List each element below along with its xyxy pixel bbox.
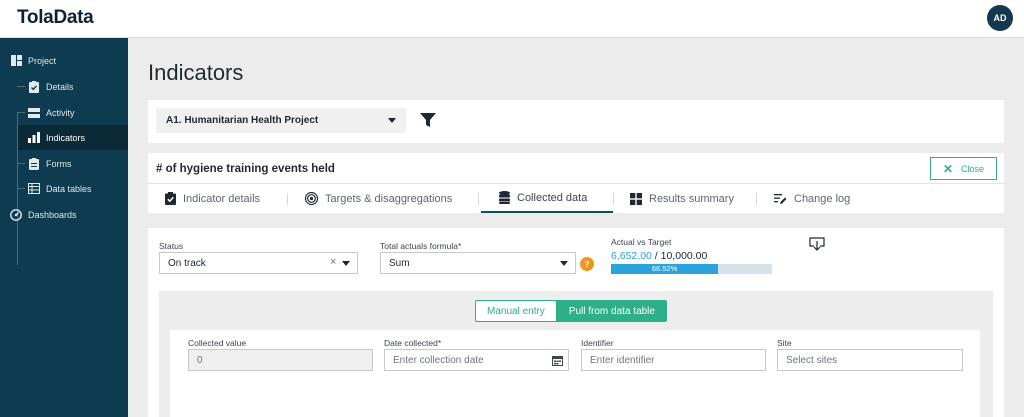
formula-label: Total actuals formula* <box>380 241 462 251</box>
entry-mode-toggle: Manual entry Pull from data table <box>475 300 667 322</box>
sidebar-item-details[interactable]: Details <box>28 74 128 99</box>
status-label: Status <box>159 241 184 251</box>
identifier-label: Identifier <box>581 338 614 348</box>
date-collected-input[interactable]: Enter collection date <box>384 349 569 371</box>
nav-tree-tick <box>17 188 25 189</box>
nav-tree-tick <box>17 163 25 164</box>
bar-chart-icon <box>28 132 40 144</box>
tab-label: Change log <box>794 192 851 205</box>
project-select[interactable]: A1. Humanitarian Health Project <box>156 108 406 133</box>
actual-vs-target-label: Actual vs Target <box>611 237 672 247</box>
sidebar-item-label: Data tables <box>46 183 92 194</box>
calendar-icon[interactable] <box>552 355 563 369</box>
site-placeholder: Select sites <box>786 355 838 366</box>
sidebar-item-label: Indicators <box>46 132 86 143</box>
site-select[interactable]: Select sites <box>777 349 963 371</box>
sidebar-item-label: Project <box>28 55 57 66</box>
gauge-icon <box>10 208 22 221</box>
chevron-down-icon <box>388 118 396 123</box>
tab-collected-data[interactable]: Collected data <box>481 184 613 213</box>
user-avatar[interactable]: AD <box>987 5 1013 31</box>
top-bar: TolaData AD <box>0 0 1024 38</box>
server-icon <box>28 107 40 119</box>
sidebar-item-dashboards[interactable]: Dashboards <box>10 202 128 227</box>
sidebar: Project Details Activity Indicators Form… <box>0 38 128 417</box>
progress-label: 66.52% <box>651 264 678 273</box>
sidebar-item-label: Details <box>46 81 74 92</box>
pull-from-data-table-button[interactable]: Pull from data table <box>556 300 667 322</box>
indicator-title: # of hygiene training events held <box>156 163 335 175</box>
app-logo[interactable]: TolaData <box>17 7 94 29</box>
data-entry-panel: Manual entry Pull from data table Collec… <box>159 291 993 417</box>
project-select-card: A1. Humanitarian Health Project <box>148 100 1004 143</box>
tab-targets-disaggregations[interactable]: Targets & disaggregations <box>305 184 452 213</box>
entry-form: Collected value 0 Date collected* Enter … <box>170 330 980 417</box>
tab-separator <box>613 193 614 205</box>
close-button[interactable]: ✕ Close <box>930 157 997 180</box>
tab-change-log[interactable]: Change log <box>774 184 850 213</box>
sidebar-item-label: Activity <box>46 107 75 118</box>
collected-data-card: Status On track × Total actuals formula*… <box>148 228 1004 417</box>
tab-results-summary[interactable]: Results summary <box>630 184 734 213</box>
project-icon <box>10 55 22 67</box>
tab-label: Indicator details <box>183 192 261 205</box>
manual-entry-button[interactable]: Manual entry <box>475 300 557 322</box>
page-title: Indicators <box>148 60 244 85</box>
tab-separator <box>478 193 479 205</box>
tab-label: Results summary <box>649 192 734 205</box>
chevron-down-icon <box>342 261 350 266</box>
close-button-label: Close <box>961 163 985 174</box>
list-edit-icon <box>774 193 787 205</box>
site-label: Site <box>777 338 792 348</box>
target-icon <box>305 192 318 205</box>
status-select[interactable]: On track × <box>159 252 358 274</box>
clear-icon[interactable]: × <box>330 256 336 268</box>
status-value: On track <box>168 258 206 269</box>
clipboard-check-icon <box>165 192 176 205</box>
sidebar-item-project[interactable]: Project <box>10 48 128 73</box>
sidebar-item-label: Forms <box>46 158 72 169</box>
sidebar-item-forms[interactable]: Forms <box>28 151 128 176</box>
sidebar-item-label: Dashboards <box>28 209 77 220</box>
sidebar-item-indicators[interactable]: Indicators <box>18 125 128 150</box>
actual-vs-target-values: 6,652.00 / 10,000.00 <box>611 250 707 262</box>
tab-indicator-details[interactable]: Indicator details <box>165 184 260 213</box>
target-value: / 10,000.00 <box>651 250 708 262</box>
progress-bar: 66.52% <box>611 264 772 274</box>
table-icon <box>28 183 40 195</box>
help-icon[interactable]: ? <box>580 257 594 271</box>
tab-separator <box>287 193 288 205</box>
sidebar-item-data-tables[interactable]: Data tables <box>28 176 128 201</box>
collected-value-input: 0 <box>188 349 373 371</box>
collected-value-label: Collected value <box>188 338 247 348</box>
tab-separator <box>756 193 757 205</box>
grid-icon <box>630 192 642 205</box>
tab-label: Collected data <box>517 191 588 204</box>
date-collected-label: Date collected* <box>384 338 442 348</box>
date-placeholder: Enter collection date <box>393 355 484 366</box>
clipboard-icon <box>28 157 40 170</box>
database-icon <box>499 191 510 204</box>
identifier-input[interactable] <box>581 349 766 371</box>
close-icon: ✕ <box>942 161 954 176</box>
indicator-header-card: # of hygiene training events held ✕ Clos… <box>148 153 1004 213</box>
formula-value: Sum <box>389 258 410 269</box>
actual-value: 6,652.00 <box>611 250 652 262</box>
sidebar-item-activity[interactable]: Activity <box>28 100 128 125</box>
nav-tree-tick <box>17 86 25 87</box>
filter-icon[interactable] <box>420 113 436 133</box>
clipboard-check-icon <box>28 80 40 93</box>
nav-tree-tick <box>17 112 25 113</box>
tab-label: Targets & disaggregations <box>325 192 453 205</box>
download-icon[interactable] <box>809 237 825 256</box>
project-select-value: A1. Humanitarian Health Project <box>166 115 319 126</box>
formula-select[interactable]: Sum <box>380 252 576 274</box>
chevron-down-icon <box>560 261 568 266</box>
